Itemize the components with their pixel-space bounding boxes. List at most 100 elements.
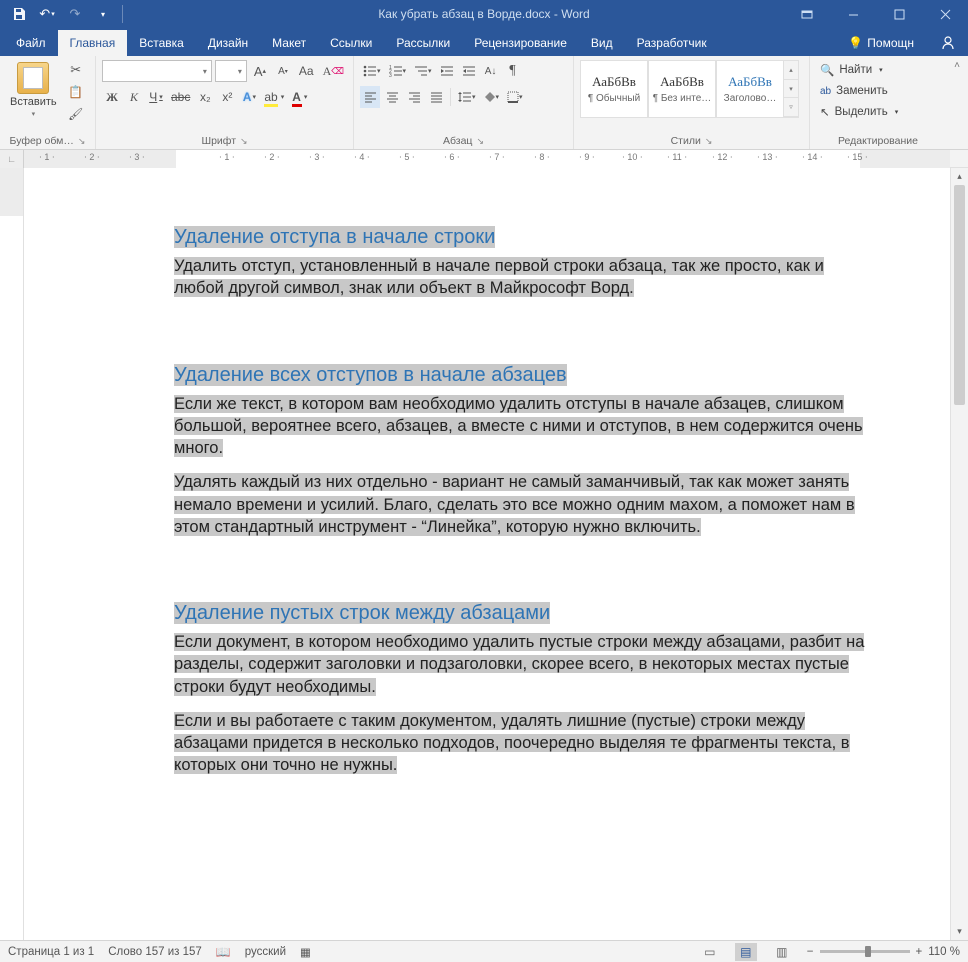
proofing-icon[interactable]: 📖 xyxy=(216,945,231,959)
status-language[interactable]: русский xyxy=(245,946,286,958)
ribbon-tabs: Файл Главная Вставка Дизайн Макет Ссылки… xyxy=(0,28,968,56)
vertical-scrollbar[interactable]: ▴ ▾ xyxy=(950,168,968,940)
subscript-button[interactable]: x₂ xyxy=(195,86,215,108)
tab-references[interactable]: Ссылки xyxy=(318,30,384,56)
close-button[interactable] xyxy=(922,0,968,28)
shading-button[interactable]: ▾ xyxy=(481,86,503,108)
tell-me[interactable]: 💡Помощн xyxy=(838,30,924,56)
styles-gallery[interactable]: АаБбВв¶ Обычный АаБбВв¶ Без инте… АаБбВв… xyxy=(580,60,799,118)
show-marks-button[interactable]: ¶ xyxy=(503,60,523,82)
styles-more[interactable]: ▴▾▿ xyxy=(784,60,799,118)
group-font: ▾ ▾ A▴ A▾ Aa A⌫ Ж К Ч▾ abc x₂ x² A▾ ab▾ … xyxy=(96,56,354,149)
highlight-button[interactable]: ab▾ xyxy=(261,86,287,108)
minimize-button[interactable] xyxy=(830,0,876,28)
scroll-thumb[interactable] xyxy=(954,185,965,405)
tab-design[interactable]: Дизайн xyxy=(196,30,260,56)
paste-button[interactable]: Вставить ▾ xyxy=(6,60,61,120)
bullets-button[interactable]: ▾ xyxy=(360,60,384,82)
font-size-combo[interactable]: ▾ xyxy=(215,60,247,82)
tab-review[interactable]: Рецензирование xyxy=(462,30,579,56)
copy-button[interactable] xyxy=(65,82,87,102)
format-painter-button[interactable] xyxy=(65,104,87,124)
bulb-icon: 💡 xyxy=(848,36,863,50)
dialog-launcher-icon[interactable]: ↘ xyxy=(476,136,484,147)
bold-button[interactable]: Ж xyxy=(102,86,122,108)
font-color-button[interactable]: A▾ xyxy=(289,86,310,108)
tab-mailings[interactable]: Рассылки xyxy=(384,30,462,56)
select-button[interactable]: ↖Выделить▾ xyxy=(816,102,940,122)
print-layout-button[interactable]: ▤ xyxy=(735,943,757,961)
tab-layout[interactable]: Макет xyxy=(260,30,318,56)
tab-insert[interactable]: Вставка xyxy=(127,30,196,56)
qat-customize[interactable]: ▾ xyxy=(90,2,116,26)
tab-home[interactable]: Главная xyxy=(58,30,128,56)
dialog-launcher-icon[interactable]: ↘ xyxy=(240,136,248,147)
group-styles: АаБбВв¶ Обычный АаБбВв¶ Без инте… АаБбВв… xyxy=(574,56,810,149)
svg-text:3: 3 xyxy=(389,73,392,77)
style-heading1[interactable]: АаБбВвЗаголово… xyxy=(716,60,784,118)
redo-button[interactable]: ↷ xyxy=(62,2,88,26)
replace-button[interactable]: abЗаменить xyxy=(816,81,940,101)
cut-button[interactable] xyxy=(65,60,87,80)
cursor-icon: ↖ xyxy=(820,105,830,119)
borders-button[interactable]: ▾ xyxy=(504,86,526,108)
tab-view[interactable]: Вид xyxy=(579,30,625,56)
quick-access-toolbar: ↶▾ ↷ ▾ xyxy=(0,2,127,26)
horizontal-ruler[interactable]: ∟ ⋅ 3 ⋅ ⋅ 2 ⋅ ⋅ 1 ⋅ ⋅ 1 ⋅ ⋅ 2 ⋅ ⋅ 3 ⋅ ⋅ … xyxy=(0,150,968,168)
numbering-button[interactable]: 123▾ xyxy=(386,60,410,82)
multilevel-button[interactable]: ▾ xyxy=(411,60,435,82)
align-left-button[interactable] xyxy=(360,86,380,108)
collapse-ribbon-button[interactable]: ˄ xyxy=(946,56,968,149)
section-3: Удаление пустых строк между абзацами Есл… xyxy=(174,598,870,779)
maximize-button[interactable] xyxy=(876,0,922,28)
justify-button[interactable] xyxy=(426,86,446,108)
font-name-combo[interactable]: ▾ xyxy=(102,60,212,82)
dialog-launcher-icon[interactable]: ↘ xyxy=(78,136,86,147)
line-spacing-button[interactable]: ▾ xyxy=(455,86,479,108)
page-viewport[interactable]: Удаление отступа в начале строки Удалить… xyxy=(24,168,950,940)
clear-format-button[interactable]: A⌫ xyxy=(320,60,347,82)
grow-font-button[interactable]: A▴ xyxy=(250,60,270,82)
italic-button[interactable]: К xyxy=(124,86,144,108)
decrease-indent-button[interactable] xyxy=(437,60,457,82)
text-effects-button[interactable]: A▾ xyxy=(239,86,259,108)
ribbon-display-options[interactable] xyxy=(784,0,830,28)
ribbon: Вставить ▾ Буфер обм…↘ ▾ ▾ A▴ A▾ Aa A⌫ Ж xyxy=(0,56,968,150)
share-button[interactable] xyxy=(936,31,960,55)
paste-icon xyxy=(17,62,49,94)
status-page[interactable]: Страница 1 из 1 xyxy=(8,946,94,958)
doc-name: Как убрать абзац в Ворде.docx xyxy=(378,7,550,21)
scroll-down-button[interactable]: ▾ xyxy=(951,923,968,940)
undo-button[interactable]: ↶▾ xyxy=(34,2,60,26)
sort-button[interactable]: A↓ xyxy=(481,60,501,82)
align-center-button[interactable] xyxy=(382,86,402,108)
chevron-down-icon: ▾ xyxy=(199,67,207,76)
vertical-ruler[interactable] xyxy=(0,168,24,940)
statusbar: Страница 1 из 1 Слово 157 из 157 📖 русск… xyxy=(0,940,968,962)
align-right-button[interactable] xyxy=(404,86,424,108)
shrink-font-button[interactable]: A▾ xyxy=(273,60,293,82)
underline-button[interactable]: Ч▾ xyxy=(146,86,166,108)
style-normal[interactable]: АаБбВв¶ Обычный xyxy=(580,60,648,118)
find-button[interactable]: 🔍Найти▾ xyxy=(816,60,940,80)
scroll-up-button[interactable]: ▴ xyxy=(951,168,968,185)
read-mode-button[interactable]: ▭ xyxy=(699,943,721,961)
style-no-spacing[interactable]: АаБбВв¶ Без инте… xyxy=(648,60,716,118)
macro-icon[interactable]: ▦ xyxy=(300,945,311,959)
strike-button[interactable]: abc xyxy=(168,86,193,108)
zoom-level[interactable]: 110 % xyxy=(928,946,960,958)
web-layout-button[interactable]: ▥ xyxy=(771,943,793,961)
zoom-in-button[interactable]: + xyxy=(916,946,923,958)
dialog-launcher-icon[interactable]: ↘ xyxy=(705,136,713,147)
zoom-slider[interactable] xyxy=(820,950,910,953)
save-button[interactable] xyxy=(6,2,32,26)
status-words[interactable]: Слово 157 из 157 xyxy=(108,946,202,958)
increase-indent-button[interactable] xyxy=(459,60,479,82)
tab-file[interactable]: Файл xyxy=(4,30,58,56)
change-case-button[interactable]: Aa xyxy=(296,60,317,82)
replace-icon: ab xyxy=(820,86,831,97)
zoom-out-button[interactable]: − xyxy=(807,946,814,958)
superscript-button[interactable]: x² xyxy=(217,86,237,108)
ruler-corner: ∟ xyxy=(0,150,24,168)
tab-developer[interactable]: Разработчик xyxy=(625,30,719,56)
